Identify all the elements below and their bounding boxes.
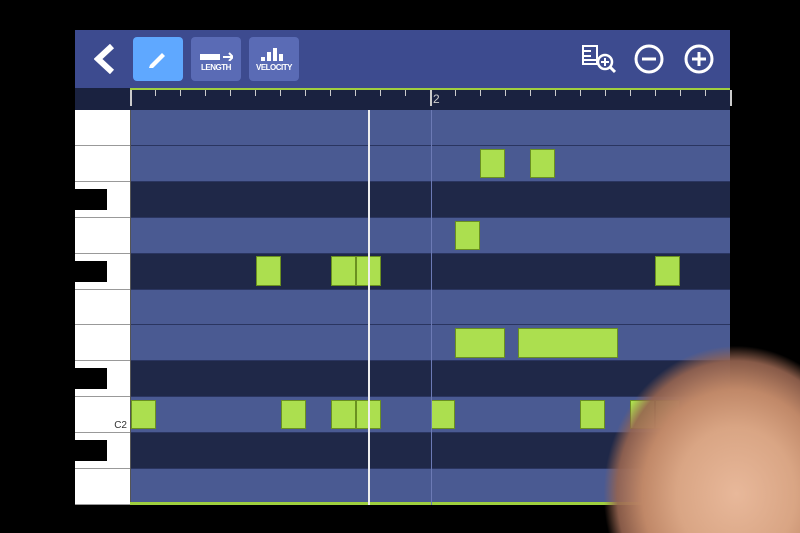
timeline-ruler[interactable]: 2 [130, 88, 730, 110]
measure-line [431, 110, 432, 505]
back-button[interactable] [85, 37, 125, 81]
piano-roll-screen: LENGTH VELOCITY [75, 30, 730, 505]
note[interactable] [331, 256, 356, 285]
ruler-tick [530, 90, 531, 96]
black-key[interactable] [75, 189, 107, 210]
piano-key[interactable] [75, 146, 130, 182]
piano-key[interactable] [75, 290, 130, 326]
ruler-tick [430, 90, 432, 106]
plus-circle-icon [683, 43, 715, 75]
ruler-tick [355, 90, 356, 96]
note[interactable] [331, 400, 356, 429]
piano-key[interactable] [75, 218, 130, 254]
velocity-icon [260, 47, 288, 61]
ruler-tick [555, 90, 556, 96]
ruler-tick [680, 90, 681, 96]
zoom-piano-icon [582, 44, 616, 74]
note[interactable] [480, 149, 505, 178]
note[interactable] [131, 400, 156, 429]
note[interactable] [655, 400, 680, 429]
piano-key[interactable] [75, 254, 130, 290]
length-tool-button[interactable]: LENGTH [191, 37, 241, 81]
ruler-tick [305, 90, 306, 96]
ruler-tick [280, 90, 281, 96]
note[interactable] [431, 400, 456, 429]
draw-tool-button[interactable] [133, 37, 183, 81]
ruler-tick [730, 90, 732, 106]
piano-key[interactable] [75, 325, 130, 361]
black-key[interactable] [75, 440, 107, 461]
ruler-tick [705, 90, 706, 96]
note[interactable] [530, 149, 555, 178]
ruler-tick [155, 90, 156, 96]
piano-key[interactable] [75, 182, 130, 218]
ruler-measure-number: 2 [433, 92, 440, 106]
ruler-tick [230, 90, 231, 96]
ruler-tick [480, 90, 481, 96]
zoom-out-button[interactable] [628, 38, 670, 80]
note[interactable] [580, 400, 605, 429]
ruler-tick [580, 90, 581, 96]
zoom-region-button[interactable] [578, 38, 620, 80]
velocity-tool-button[interactable]: VELOCITY [249, 37, 299, 81]
ruler-tick [455, 90, 456, 96]
black-key[interactable] [75, 368, 107, 389]
piano-keyboard[interactable]: C2 [75, 110, 130, 505]
piano-key[interactable] [75, 469, 130, 505]
note[interactable] [455, 328, 505, 357]
ruler-tick [630, 90, 631, 96]
zoom-in-button[interactable] [678, 38, 720, 80]
ruler-tick [255, 90, 256, 96]
toolbar: LENGTH VELOCITY [75, 30, 730, 88]
ruler-tick [180, 90, 181, 96]
pencil-icon [146, 47, 170, 71]
ruler-tick [380, 90, 381, 96]
ruler-tick [330, 90, 331, 96]
ruler-tick [205, 90, 206, 96]
piano-key[interactable] [75, 361, 130, 397]
black-key[interactable] [75, 261, 107, 282]
length-icon [199, 47, 233, 61]
ruler-tick [130, 90, 132, 106]
ruler-tick [605, 90, 606, 96]
note-grid[interactable] [130, 110, 730, 505]
note[interactable] [630, 400, 655, 429]
note[interactable] [455, 221, 480, 250]
editor-area: C2 [75, 110, 730, 505]
back-chevron-icon [94, 44, 116, 74]
note[interactable] [518, 328, 618, 357]
piano-key[interactable]: C2 [75, 397, 130, 433]
length-label: LENGTH [201, 63, 231, 72]
note[interactable] [281, 400, 306, 429]
ruler-tick [655, 90, 656, 96]
key-label-c2: C2 [114, 420, 127, 431]
piano-key[interactable] [75, 110, 130, 146]
note[interactable] [655, 256, 680, 285]
ruler-tick [405, 90, 406, 96]
piano-key[interactable] [75, 433, 130, 469]
minus-circle-icon [633, 43, 665, 75]
velocity-label: VELOCITY [256, 63, 292, 72]
ruler-tick [505, 90, 506, 96]
note[interactable] [256, 256, 281, 285]
playhead[interactable] [368, 110, 370, 505]
